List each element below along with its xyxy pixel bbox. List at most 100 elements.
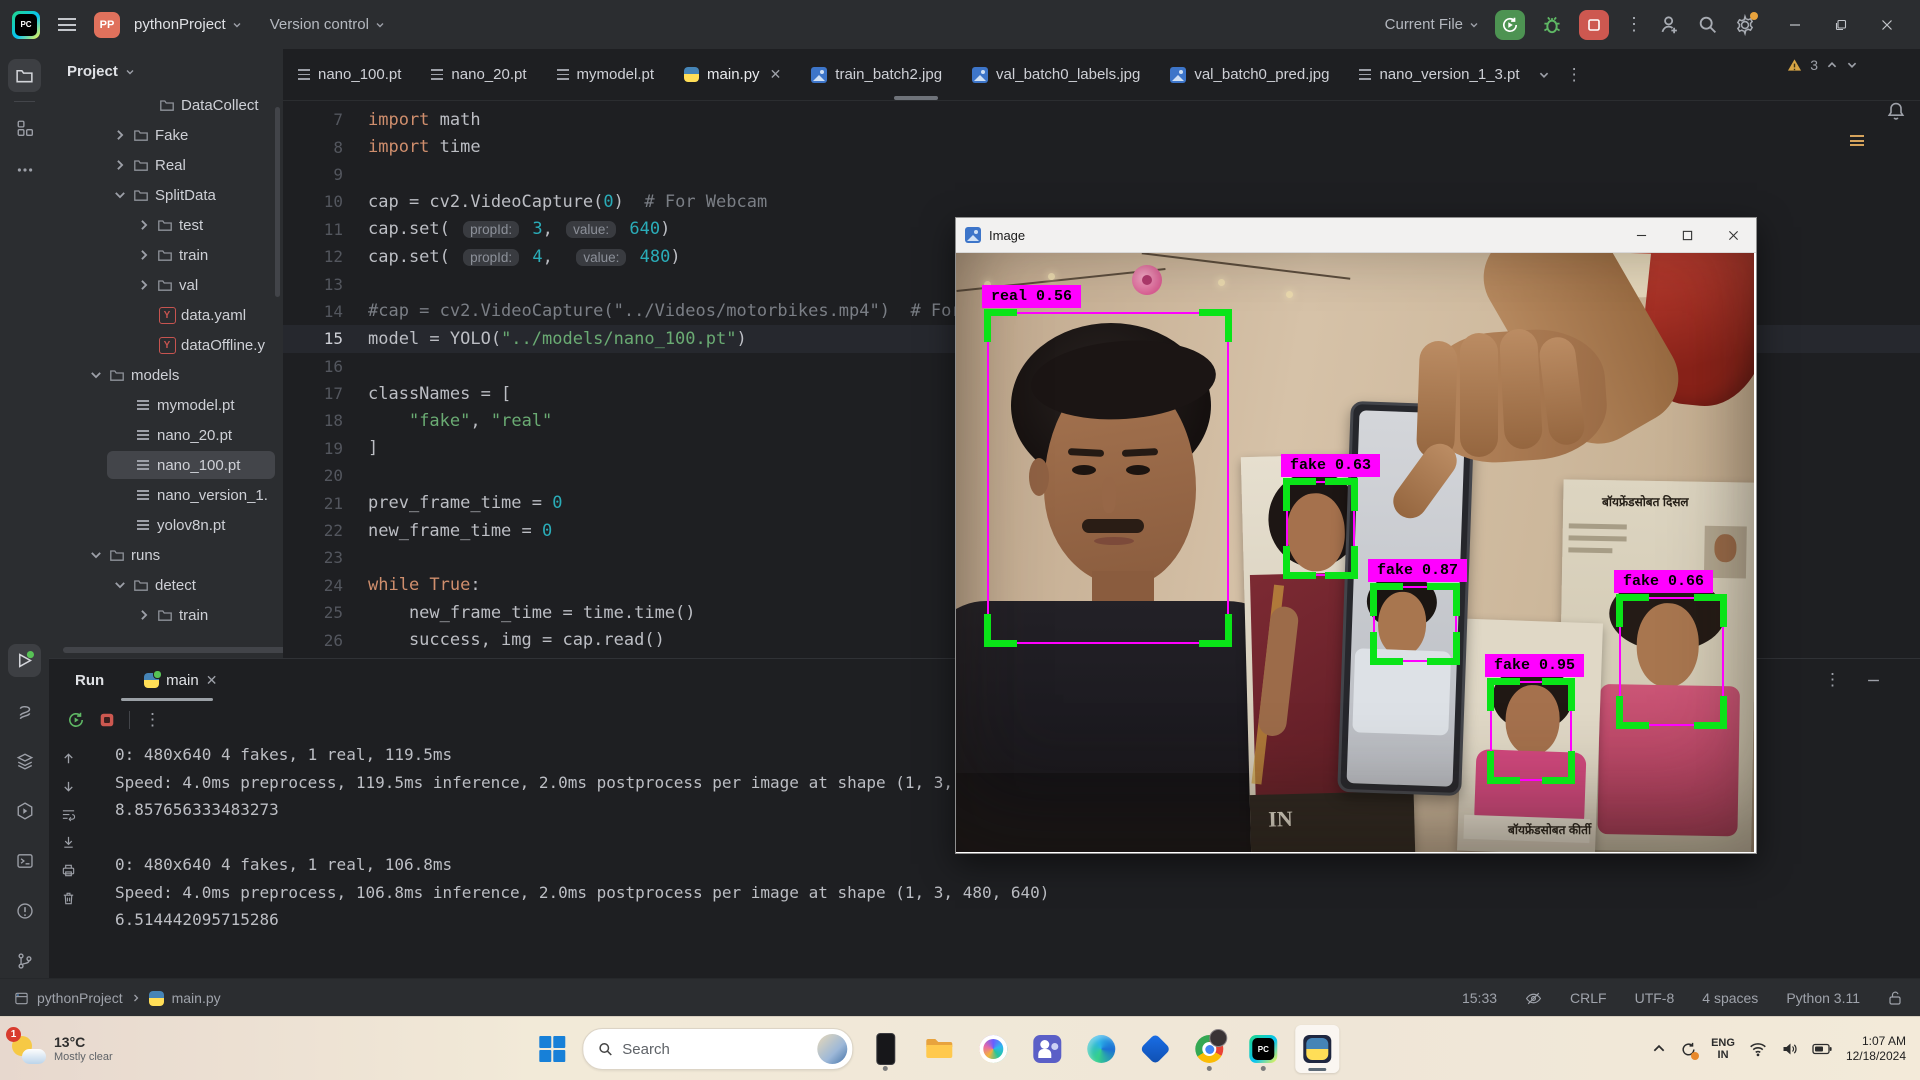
stop-icon[interactable]: [99, 712, 115, 728]
print-icon[interactable]: [61, 863, 76, 878]
inspections-widget[interactable]: 3: [1787, 57, 1858, 73]
project-vertical-scrollbar[interactable]: [275, 107, 280, 297]
tree-item-datacollect[interactable]: DataCollect: [49, 90, 283, 120]
rerun-icon[interactable]: [67, 711, 85, 729]
encoding-widget[interactable]: UTF-8: [1635, 990, 1675, 1006]
notifications-bell-icon[interactable]: [1886, 101, 1906, 121]
project-tool-icon[interactable]: [8, 59, 41, 92]
tab-options-kebab-icon[interactable]: ⋮: [1566, 65, 1583, 85]
settings-gear-icon[interactable]: [1734, 14, 1756, 36]
vcs-menu[interactable]: Version control: [270, 16, 385, 33]
project-panel-header[interactable]: Project: [49, 49, 283, 90]
taskbar-blue-app[interactable]: [1133, 1025, 1177, 1073]
window-close-button[interactable]: [1864, 0, 1910, 49]
tree-item-nano-version-pt[interactable]: nano_version_1.: [49, 480, 283, 510]
more-actions-kebab-icon[interactable]: ⋮: [1625, 14, 1643, 35]
main-menu-icon[interactable]: [54, 14, 80, 35]
tree-item-real[interactable]: Real: [49, 150, 283, 180]
indent-widget[interactable]: 4 spaces: [1702, 990, 1758, 1006]
tab-train-batch2-jpg[interactable]: train_batch2.jpg: [796, 49, 957, 100]
rerun-button[interactable]: [1495, 10, 1525, 40]
reader-mode-icon[interactable]: [1525, 990, 1542, 1007]
problems-tool-icon[interactable]: [8, 894, 41, 927]
run-panel-options-kebab-icon[interactable]: ⋮: [1824, 670, 1841, 690]
prev-problem-chevron-up-icon[interactable]: [1826, 59, 1838, 71]
taskbar-teams[interactable]: [1025, 1025, 1069, 1073]
project-widget-icon[interactable]: [14, 991, 29, 1006]
run-tool-icon[interactable]: [8, 644, 41, 677]
version-control-tool-icon[interactable]: [8, 944, 41, 977]
debug-button[interactable]: [1541, 14, 1563, 36]
onedrive-sync-icon[interactable]: [1680, 1041, 1697, 1058]
add-user-icon[interactable]: [1659, 14, 1681, 36]
tree-item-models[interactable]: models: [49, 360, 283, 390]
more-tools-icon[interactable]: [8, 153, 41, 186]
breadcrumb-file[interactable]: main.py: [172, 990, 221, 1006]
tree-item-dataoffline-yaml[interactable]: YdataOffline.y: [49, 330, 283, 360]
tab-val-batch0-labels-jpg[interactable]: val_batch0_labels.jpg: [957, 49, 1155, 100]
image-window-close-button[interactable]: [1710, 218, 1756, 252]
weather-widget[interactable]: 1 13°C Mostly clear: [0, 1032, 230, 1066]
terminal-tool-icon[interactable]: [8, 844, 41, 877]
next-problem-chevron-down-icon[interactable]: [1846, 59, 1858, 71]
taskbar-clock[interactable]: 1:07 AM 12/18/2024: [1846, 1034, 1906, 1064]
tray-chevron-up-icon[interactable]: [1652, 1042, 1666, 1056]
stop-button[interactable]: [1579, 10, 1609, 40]
tab-scrollbar[interactable]: [894, 96, 938, 100]
taskbar-python-window-active[interactable]: [1295, 1025, 1339, 1073]
tab-nano-100-pt[interactable]: nano_100.pt: [283, 49, 416, 100]
run-tab-main[interactable]: main ✕: [144, 659, 217, 701]
up-stack-trace-icon[interactable]: [61, 751, 76, 766]
python-console-tool-icon[interactable]: [8, 794, 41, 827]
tree-item-data-yaml[interactable]: Ydata.yaml: [49, 300, 283, 330]
close-tab-icon[interactable]: ✕: [770, 66, 782, 83]
start-button[interactable]: [532, 1029, 572, 1069]
language-indicator[interactable]: ENG IN: [1711, 1037, 1735, 1061]
image-window-titlebar[interactable]: Image: [956, 218, 1756, 253]
tree-item-train-2[interactable]: train: [49, 600, 283, 630]
highlighted-lines-icon[interactable]: [1850, 135, 1864, 146]
tab-nano-20-pt[interactable]: nano_20.pt: [416, 49, 541, 100]
down-stack-trace-icon[interactable]: [61, 779, 76, 794]
python-packages-tool-icon[interactable]: [8, 694, 41, 727]
console-options-kebab-icon[interactable]: ⋮: [144, 710, 161, 730]
tab-mymodel-pt[interactable]: mymodel.pt: [542, 49, 670, 100]
taskbar-file-explorer[interactable]: [917, 1025, 961, 1073]
tree-item-nano-20-pt[interactable]: nano_20.pt: [49, 420, 283, 450]
tree-item-mymodel-pt[interactable]: mymodel.pt: [49, 390, 283, 420]
run-configuration-selector[interactable]: Current File: [1385, 16, 1479, 33]
scroll-to-end-icon[interactable]: [61, 835, 76, 850]
unlocked-icon[interactable]: [1888, 990, 1902, 1006]
breadcrumb-project[interactable]: pythonProject: [37, 990, 123, 1006]
tab-nano-version-1-3-pt[interactable]: nano_version_1_3.pt ⋮: [1344, 49, 1597, 100]
window-minimize-button[interactable]: [1772, 0, 1818, 49]
image-window-minimize-button[interactable]: [1618, 218, 1664, 252]
interpreter-widget[interactable]: Python 3.11: [1786, 990, 1860, 1006]
tree-item-detect[interactable]: detect: [49, 570, 283, 600]
tree-item-val[interactable]: val: [49, 270, 283, 300]
window-maximize-button[interactable]: [1818, 0, 1864, 49]
taskbar-search[interactable]: Search: [582, 1028, 853, 1070]
wifi-icon[interactable]: [1749, 1041, 1767, 1057]
soft-wrap-icon[interactable]: [61, 807, 76, 822]
structure-tool-icon[interactable]: [8, 111, 41, 144]
taskbar-edge[interactable]: [1079, 1025, 1123, 1073]
tree-item-runs[interactable]: runs: [49, 540, 283, 570]
project-horizontal-scrollbar[interactable]: [63, 647, 284, 653]
taskbar-copilot[interactable]: [971, 1025, 1015, 1073]
chevron-down-icon[interactable]: [1538, 69, 1550, 81]
clear-console-trash-icon[interactable]: [61, 891, 76, 906]
taskbar-chrome[interactable]: [1187, 1025, 1231, 1073]
tab-val-batch0-pred-jpg[interactable]: val_batch0_pred.jpg: [1155, 49, 1344, 100]
tree-item-train[interactable]: train: [49, 240, 283, 270]
tree-item-nano-100-pt-selected[interactable]: nano_100.pt: [49, 450, 283, 480]
volume-icon[interactable]: [1781, 1041, 1798, 1057]
image-window-maximize-button[interactable]: [1664, 218, 1710, 252]
search-icon[interactable]: [1697, 14, 1718, 35]
tree-item-test[interactable]: test: [49, 210, 283, 240]
caret-position[interactable]: 15:33: [1462, 990, 1497, 1006]
close-run-tab-icon[interactable]: ✕: [206, 672, 218, 689]
project-selector[interactable]: pythonProject: [134, 16, 242, 33]
tree-item-yolov8n-pt[interactable]: yolov8n.pt: [49, 510, 283, 540]
line-separator-widget[interactable]: CRLF: [1570, 990, 1607, 1006]
